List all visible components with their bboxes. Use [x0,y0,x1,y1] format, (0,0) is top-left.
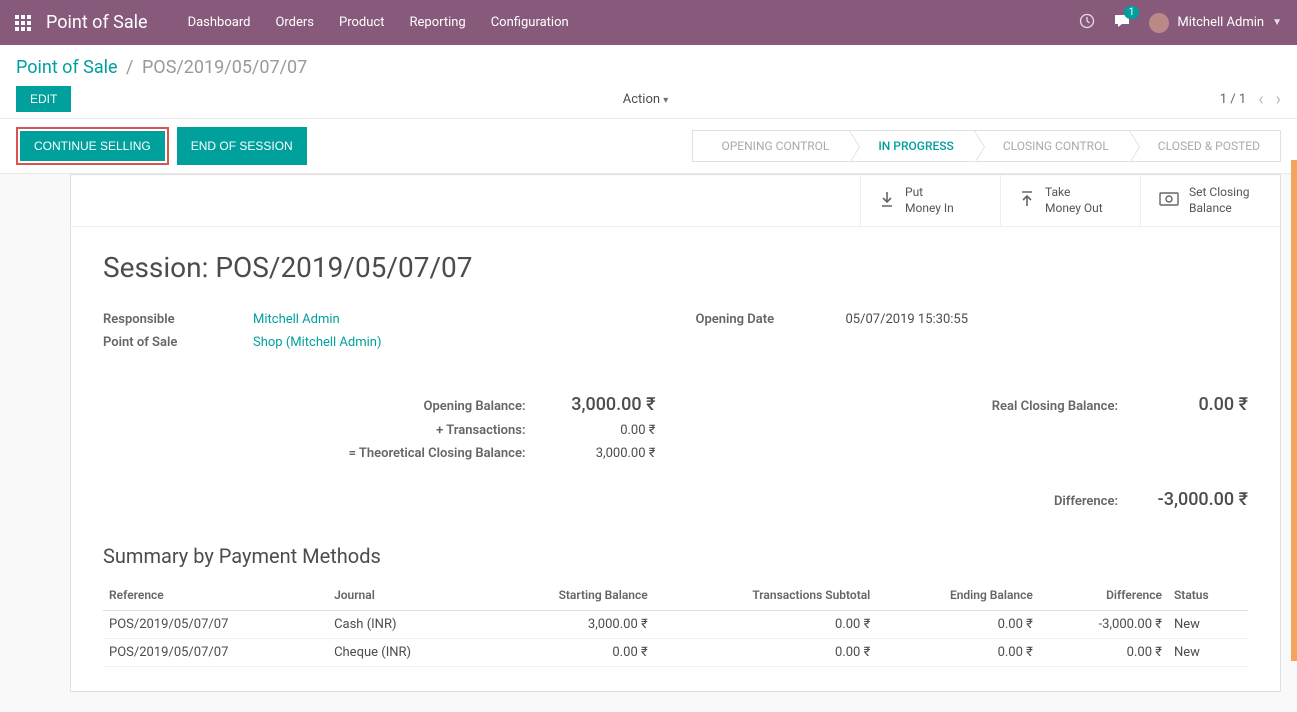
set-closing-balance-button[interactable]: Set ClosingBalance [1140,175,1280,226]
real-closing-value: 0.00 ₹ [1138,394,1248,415]
breadcrumb-root[interactable]: Point of Sale [16,57,118,78]
end-session-button[interactable]: END OF SESSION [177,127,307,165]
breadcrumb-bar: Point of Sale / POS/2019/05/07/07 EDIT A… [0,45,1297,119]
money-out-icon [1019,190,1035,212]
caret-down-icon: ▼ [1272,17,1282,28]
pos-value[interactable]: Shop (Mitchell Admin) [253,335,382,350]
pager-prev[interactable]: ‹ [1258,89,1263,110]
messaging-badge: 1 [1124,6,1140,19]
th-starting: Starting Balance [480,580,653,611]
sheet-actions: PutMoney In TakeMoney Out Set ClosingBal… [71,175,1280,227]
th-reference: Reference [103,580,328,611]
theoretical-value: 3,000.00 ₹ [546,446,656,461]
opening-balance-label: Opening Balance: [103,399,546,414]
summary-title: Summary by Payment Methods [103,544,1248,568]
scrollbar[interactable] [1291,160,1297,661]
th-difference: Difference [1039,580,1168,611]
action-dropdown[interactable]: Action ▾ [623,92,669,107]
apps-icon[interactable] [15,15,31,31]
nav-product[interactable]: Product [339,15,384,30]
continue-selling-button[interactable]: CONTINUE SELLING [20,131,165,161]
stage-in-progress[interactable]: IN PROGRESS [849,130,974,162]
stage-opening-control[interactable]: OPENING CONTROL [692,130,850,162]
summary-table: Reference Journal Starting Balance Trans… [103,580,1248,667]
stage-closing-control[interactable]: CLOSING CONTROL [974,130,1130,162]
pos-label: Point of Sale [103,335,253,350]
transactions-label: + Transactions: [103,423,546,438]
pager-next[interactable]: › [1276,89,1281,110]
stage-closed-posted[interactable]: CLOSED & POSTED [1129,130,1281,162]
responsible-label: Responsible [103,312,253,327]
opening-balance-value: 3,000.00 ₹ [546,394,656,415]
th-subtotal: Transactions Subtotal [654,580,877,611]
status-bar: CONTINUE SELLING END OF SESSION OPENING … [0,119,1297,174]
breadcrumb: Point of Sale / POS/2019/05/07/07 [16,57,1281,78]
closing-balance-icon [1159,191,1179,210]
nav-right: 1 Mitchell Admin ▼ [1079,12,1282,34]
session-title: Session: POS/2019/05/07/07 [103,251,1248,284]
caret-down-icon: ▾ [663,95,668,106]
th-ending: Ending Balance [876,580,1039,611]
clock-icon[interactable] [1079,13,1095,33]
form-sheet: PutMoney In TakeMoney Out Set ClosingBal… [70,174,1281,692]
th-status: Status [1168,580,1248,611]
app-title: Point of Sale [46,12,148,33]
messaging-icon[interactable]: 1 [1113,12,1131,34]
take-money-out-button[interactable]: TakeMoney Out [1000,175,1140,226]
opening-date-value: 05/07/2019 15:30:55 [846,312,969,327]
put-money-in-button[interactable]: PutMoney In [860,175,1000,226]
th-journal: Journal [328,580,480,611]
user-avatar [1149,13,1169,33]
user-menu[interactable]: Mitchell Admin ▼ [1149,13,1282,33]
theoretical-label: = Theoretical Closing Balance: [103,446,546,461]
status-stages: OPENING CONTROL IN PROGRESS CLOSING CONT… [693,130,1281,162]
real-closing-label: Real Closing Balance: [696,399,1139,414]
table-row[interactable]: POS/2019/05/07/07 Cash (INR) 3,000.00 ₹ … [103,611,1248,639]
opening-date-label: Opening Date [696,312,846,327]
responsible-value[interactable]: Mitchell Admin [253,312,340,327]
money-in-icon [879,190,895,212]
pager: 1 / 1 ‹ › [1220,89,1281,110]
table-row[interactable]: POS/2019/05/07/07 Cheque (INR) 0.00 ₹ 0.… [103,639,1248,667]
edit-button[interactable]: EDIT [16,86,71,112]
nav-links: Dashboard Orders Product Reporting Confi… [188,15,569,30]
highlight-continue-selling: CONTINUE SELLING [16,127,169,165]
top-nav: Point of Sale Dashboard Orders Product R… [0,0,1297,45]
breadcrumb-current: POS/2019/05/07/07 [142,57,307,78]
nav-dashboard[interactable]: Dashboard [188,15,251,30]
nav-configuration[interactable]: Configuration [491,15,569,30]
breadcrumb-separator: / [126,57,133,78]
difference-value: -3,000.00 ₹ [1138,489,1248,510]
user-name: Mitchell Admin [1177,15,1264,30]
difference-label: Difference: [696,494,1139,509]
nav-orders[interactable]: Orders [275,15,314,30]
nav-reporting[interactable]: Reporting [409,15,465,30]
pager-text: 1 / 1 [1220,92,1246,107]
transactions-value: 0.00 ₹ [546,423,656,438]
